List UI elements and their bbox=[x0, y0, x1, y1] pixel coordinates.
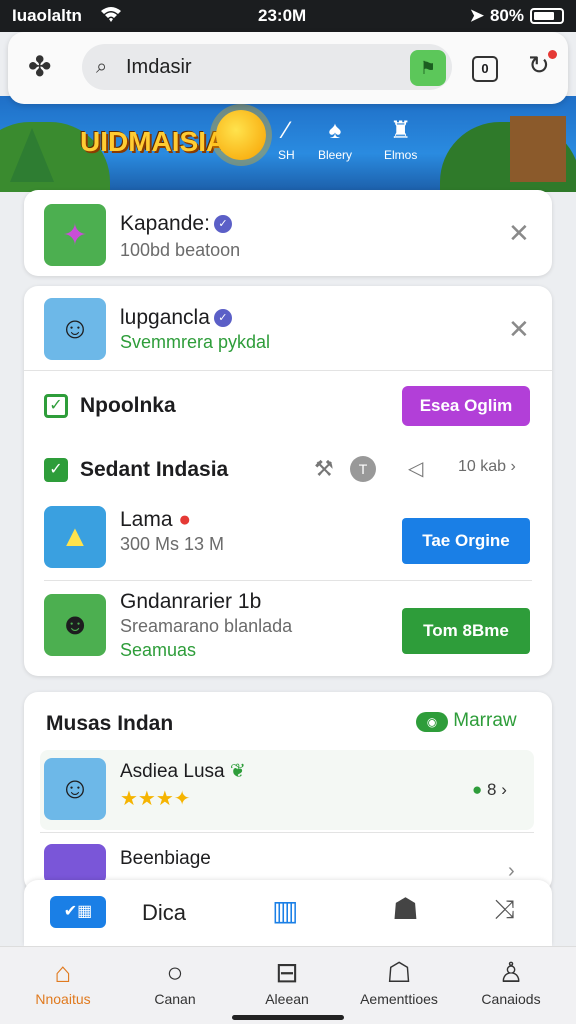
extension-icon[interactable]: ✤ bbox=[28, 50, 51, 83]
battery-percent: 80% bbox=[489, 6, 524, 25]
row-label: Sedant Indasia bbox=[80, 458, 229, 481]
banner-nav-sh[interactable]: ⁄ SH bbox=[278, 114, 295, 162]
app-thumbnail: ☺ bbox=[44, 758, 106, 820]
creature-icon: ☻ bbox=[59, 608, 91, 641]
search-icon: ⌕ bbox=[96, 56, 108, 78]
banner-nav-bleery[interactable]: ♠ Bleery bbox=[318, 114, 352, 162]
more-link[interactable]: ◉ Marraw bbox=[416, 710, 517, 732]
island-icon: ▲ bbox=[60, 520, 90, 553]
game-banner[interactable]: UIDMAISIA ⁄ SH ♠ Bleery ♜ Elmos bbox=[0, 96, 576, 192]
checkbox-npoolnka[interactable]: ✓ bbox=[44, 394, 68, 418]
reload-icon[interactable]: ↻ bbox=[528, 50, 550, 81]
floating-toolbar: ✔▦ Dica ▥ ☗ ⤨ bbox=[24, 880, 552, 946]
row-count[interactable]: 10 kab › bbox=[458, 458, 516, 476]
close-icon[interactable]: ✕ bbox=[508, 218, 530, 249]
badge-icon: ● bbox=[472, 780, 483, 799]
item-count[interactable]: ● 8 › bbox=[472, 780, 507, 800]
clock: 23:0M bbox=[258, 6, 307, 25]
banner-nav-elmos[interactable]: ♜ Elmos bbox=[384, 114, 417, 162]
game-icon: ✦ bbox=[62, 218, 88, 252]
card-title: Kapande: ✓ bbox=[120, 212, 232, 236]
install-button[interactable]: Tae Orgine bbox=[402, 518, 530, 564]
app-thumbnail: ✦ bbox=[44, 204, 106, 266]
shuffle-icon[interactable]: ⤨ bbox=[494, 894, 515, 926]
game-list-card: ☺ lupgancla ✓ Svemmrera pykdal ✕ ✓ Npooln… bbox=[24, 286, 552, 676]
divider bbox=[40, 832, 534, 833]
chef-icon: ☖ bbox=[386, 957, 412, 988]
app-title: Lama ● bbox=[120, 508, 192, 531]
status-right: ➤ 80% bbox=[470, 6, 564, 26]
carrier-label: Iuaolaltn bbox=[12, 6, 82, 25]
bookmark-icon[interactable]: ⚑ bbox=[410, 50, 446, 86]
tool-icon[interactable]: ⚒ bbox=[314, 456, 334, 482]
profile-icon: ♙ bbox=[498, 957, 524, 988]
checkbox-sedant[interactable]: ✓ bbox=[44, 458, 68, 482]
character-icon: ☺ bbox=[59, 772, 91, 805]
card-subtitle: Svemmrera pykdal bbox=[120, 332, 271, 352]
settings-icon[interactable]: T bbox=[350, 456, 376, 482]
notification-dot bbox=[548, 50, 557, 59]
drop-icon: ♠ bbox=[328, 117, 342, 144]
wifi-icon bbox=[100, 5, 122, 28]
row-label: Npoolnka bbox=[80, 394, 176, 417]
leaf-icon: ❦ bbox=[229, 761, 246, 782]
map-icon[interactable]: ▥ bbox=[272, 894, 298, 927]
install-button[interactable]: Tom 8Bme bbox=[402, 608, 530, 654]
app-grid-icon[interactable]: ✔▦ bbox=[50, 896, 106, 928]
app-title: Gndanrarier 1b bbox=[120, 590, 262, 613]
app-subtitle: 300 Ms 13 M bbox=[120, 534, 225, 554]
app-thumbnail: ☺ bbox=[44, 298, 106, 360]
app-tag: Seamuas bbox=[120, 640, 197, 660]
tab-home[interactable]: ⌂ Nnoaitus bbox=[8, 955, 118, 1007]
battery-icon bbox=[530, 8, 564, 24]
section-heading: Musas Indan bbox=[46, 712, 174, 735]
item-title: Asdiea Lusa ❦ bbox=[120, 761, 246, 782]
tabs-button[interactable]: 0 bbox=[472, 56, 498, 82]
bag-icon[interactable]: ☗ bbox=[392, 892, 419, 927]
banner-hut bbox=[510, 116, 566, 182]
banner-logo: UIDMAISIA bbox=[80, 126, 227, 157]
circle-icon: ○ bbox=[166, 957, 184, 988]
app-thumbnail: ☻ bbox=[44, 594, 106, 656]
status-bar: Iuaolaltn 23:0M ➤ 80% bbox=[0, 0, 576, 32]
castle-icon: ♜ bbox=[389, 117, 412, 144]
home-indicator bbox=[232, 1015, 344, 1020]
app-thumbnail: ▲ bbox=[44, 506, 106, 568]
tab-canan[interactable]: ○ Canan bbox=[120, 955, 230, 1007]
divider bbox=[24, 370, 552, 371]
list-item[interactable]: ☺ Asdiea Lusa ❦ ★★★✦ ● 8 › bbox=[40, 750, 534, 830]
sword-icon: ⁄ bbox=[284, 117, 289, 144]
tab-canaiods[interactable]: ♙ Canaiods bbox=[456, 955, 566, 1007]
suggestion-card-1[interactable]: ✦ Kapande: ✓ 100bd beatoon ✕ bbox=[24, 190, 552, 276]
banner-tree bbox=[10, 128, 54, 182]
close-icon[interactable]: ✕ bbox=[508, 314, 530, 345]
share-icon[interactable]: ◁ bbox=[408, 456, 423, 481]
app-subtitle: Sreamarano blanlada bbox=[120, 616, 293, 636]
tab-aleean[interactable]: ⊟ Aleean bbox=[232, 955, 342, 1007]
open-game-button[interactable]: Esea Oglim bbox=[402, 386, 530, 426]
recommended-card: Musas Indan ◉ Marraw ☺ Asdiea Lusa ❦ ★★★… bbox=[24, 692, 552, 892]
inbox-icon: ⊟ bbox=[275, 957, 299, 988]
search-value: Imdasir bbox=[126, 56, 192, 78]
tab-aementtioes[interactable]: ☖ Aementtioes bbox=[344, 955, 454, 1007]
app-thumbnail bbox=[44, 844, 106, 884]
item-title: Beenbiage bbox=[120, 848, 211, 869]
location-icon: ➤ bbox=[469, 6, 484, 25]
sun-mascot-icon bbox=[216, 110, 266, 160]
verified-icon: ✓ bbox=[213, 215, 232, 234]
toolbar-label[interactable]: Dica bbox=[142, 900, 186, 926]
card-subtitle: 100bd beatoon bbox=[120, 240, 241, 260]
bottom-tab-bar: ⌂ Nnoaitus ○ Canan ⊟ Aleean ☖ Aementtioe… bbox=[0, 946, 576, 1024]
toggle-icon: ◉ bbox=[416, 712, 448, 732]
divider bbox=[44, 580, 532, 581]
rating-stars-icon: ★★★✦ bbox=[120, 788, 191, 810]
character-icon: ☺ bbox=[59, 312, 91, 345]
verified-icon: ✓ bbox=[213, 309, 232, 328]
home-icon: ⌂ bbox=[54, 957, 72, 988]
card-title: lupgancla ✓ bbox=[120, 306, 232, 330]
browser-toolbar: ✤ ⌕ Imdasir ⚑ 0 ↻ bbox=[8, 32, 568, 104]
lips-icon: ● bbox=[178, 508, 192, 531]
search-input[interactable]: ⌕ Imdasir bbox=[82, 44, 452, 90]
